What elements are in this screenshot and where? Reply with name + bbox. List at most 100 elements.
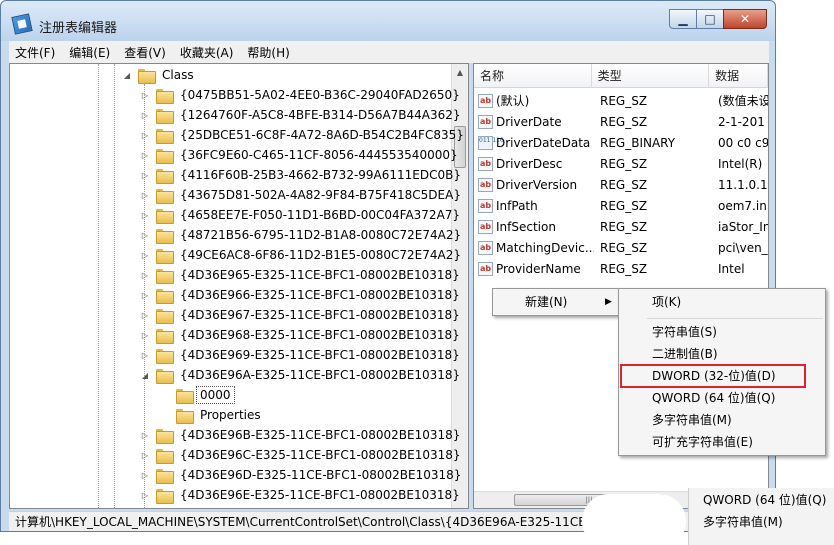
collapse-arrow-icon[interactable]: ◢ [140, 371, 150, 380]
tree-node-key-expanded[interactable]: ◢ {4D36E96A-E325-11CE-BFC1-08002BE10318} [140, 365, 463, 385]
column-header-type[interactable]: 类型 [592, 64, 710, 88]
value-data: pci\ven_ [718, 240, 768, 255]
expand-arrow-icon[interactable]: ▷ [140, 451, 150, 460]
menu-view[interactable]: 查看(V) [124, 44, 166, 61]
tree-node-label: {4D36E965-E325-11CE-BFC1-08002BE10318} [180, 268, 460, 282]
tree-node-key[interactable]: ▷ {4D36E965-E325-11CE-BFC1-08002BE10318} [140, 265, 463, 285]
bleed-item-multistring: 多字符串值(M) [703, 515, 783, 529]
value-data: Intel(R) [718, 156, 763, 171]
tree-node-key[interactable]: ▷ {4D36E96B-E325-11CE-BFC1-08002BE10318} [140, 425, 463, 445]
submenu-item[interactable]: 字符串值(S) [652, 322, 717, 343]
tree-node-key[interactable]: ▷ {48721B56-6795-11D2-B1A8-0080C72E74A2} [140, 225, 464, 245]
folder-icon [156, 208, 174, 224]
expand-arrow-icon[interactable]: ▷ [140, 291, 150, 300]
minimize-button[interactable]: ▁ [669, 9, 697, 29]
string-value-icon: ab [478, 219, 493, 234]
submenu-item[interactable]: 二进制值(B) [652, 344, 718, 365]
folder-icon [176, 388, 194, 404]
tree-node-child[interactable]: 0000 [160, 385, 235, 405]
value-name: (默认) [496, 94, 530, 108]
folder-icon [156, 88, 174, 104]
menu-file[interactable]: 文件(F) [15, 44, 55, 61]
expand-arrow-icon[interactable]: ▷ [140, 271, 150, 280]
tree-node-key[interactable]: ▷ {4D36E969-E325-11CE-BFC1-08002BE10318} [140, 345, 463, 365]
submenu-item-key[interactable]: 项(K) [652, 292, 681, 313]
value-name: ProviderName [496, 261, 581, 276]
string-value-icon: ab [478, 114, 493, 129]
expand-arrow-icon[interactable]: ▷ [140, 231, 150, 240]
value-name: DriverVersion [496, 177, 578, 192]
submenu-item[interactable]: 多字符串值(M) [652, 410, 732, 431]
value-row[interactable]: ab InfSection REG_SZ iaStor_In [474, 216, 768, 237]
tree-node-label: {36FC9E60-C465-11CF-8056-444553540000} [180, 148, 458, 162]
value-data: oem7.in [718, 198, 767, 213]
expand-arrow-icon[interactable]: ▷ [140, 331, 150, 340]
value-name-cell: ab ProviderName [474, 261, 594, 276]
expand-arrow-icon[interactable]: ▷ [140, 151, 150, 160]
window-controls: ▁ □ ✕ [669, 9, 767, 29]
value-row[interactable]: ab DriverVersion REG_SZ 11.1.0.1 [474, 174, 768, 195]
column-header-name[interactable]: 名称 [474, 64, 592, 88]
value-name: InfSection [496, 219, 556, 234]
value-row[interactable]: ab (默认) REG_SZ (数值未设 [474, 90, 768, 111]
title-bar[interactable]: 注册表编辑器 ▁ □ ✕ [1, 1, 775, 41]
tree-node-child[interactable]: Properties [160, 405, 264, 425]
tree-node-key[interactable]: ▷ {4D36E96C-E325-11CE-BFC1-08002BE10318} [140, 445, 464, 465]
value-row[interactable]: ab DriverDesc REG_SZ Intel(R) [474, 153, 768, 174]
value-row[interactable]: ab ProviderName REG_SZ Intel [474, 258, 768, 279]
context-menu-new[interactable]: 新建(N) [525, 292, 567, 313]
expand-arrow-icon[interactable]: ▷ [140, 131, 150, 140]
expand-arrow-icon[interactable]: ▷ [140, 431, 150, 440]
tree-node-label: {48721B56-6795-11D2-B1A8-0080C72E74A2} [180, 228, 462, 242]
menu-favorites[interactable]: 收藏夹(A) [180, 44, 234, 61]
white-overlay [582, 494, 686, 545]
submenu-item[interactable]: 可扩充字符串值(E) [652, 432, 753, 453]
expand-arrow-icon[interactable]: ▷ [140, 171, 150, 180]
value-data: 2-1-201 [718, 114, 765, 129]
value-row[interactable]: ab InfPath REG_SZ oem7.in [474, 195, 768, 216]
submenu-item[interactable]: QWORD (64 位)值(Q) [652, 388, 775, 409]
value-name-cell: ab DriverVersion [474, 177, 594, 192]
tree-node-key[interactable]: ▷ {36FC9E60-C465-11CF-8056-444553540000} [140, 145, 461, 165]
value-type: REG_SZ [600, 156, 648, 171]
expand-arrow-icon[interactable]: ▷ [140, 211, 150, 220]
close-button[interactable]: ✕ [723, 9, 767, 29]
tree-node-key[interactable]: ▷ {43675D81-502A-4A82-9F84-B75F418C5DEA} [140, 185, 464, 205]
value-row[interactable]: ab DriverDate REG_SZ 2-1-201 [474, 111, 768, 132]
folder-icon [176, 408, 194, 424]
collapse-arrow-icon[interactable]: ◢ [122, 71, 132, 80]
tree-node-key[interactable]: ▷ {1264760F-A5C8-4BFE-B314-D56A7B44A362} [140, 105, 464, 125]
menu-help[interactable]: 帮助(H) [247, 44, 289, 61]
tree-node-key[interactable]: ▷ {4D36E96D-E325-11CE-BFC1-08002BE10318} [140, 465, 464, 485]
string-value-icon: ab [478, 156, 493, 171]
expand-arrow-icon[interactable]: ▷ [140, 91, 150, 100]
expand-arrow-icon[interactable]: ▷ [140, 491, 150, 500]
expand-arrow-icon[interactable]: ▷ [140, 351, 150, 360]
value-row[interactable]: ab MatchingDevic... REG_SZ pci\ven_ [474, 237, 768, 258]
tree-node-key[interactable]: ▷ {49CE6AC8-6F86-11D2-B1E5-0080C72E74A2} [140, 245, 464, 265]
tree-node-class[interactable]: ◢ Class [122, 65, 197, 85]
registry-tree-pane[interactable]: ▲ ◢ Class ▷ {0475BB51-5A02-4EE0-B36C-29040F… [9, 63, 469, 509]
value-row[interactable]: 011 110 DriverDateData REG_BINARY 00 c0 c9 [474, 132, 768, 153]
tree-node-key[interactable]: ▷ {4658EE7E-F050-11D1-B6BD-00C04FA372A7} [140, 205, 463, 225]
expand-arrow-icon[interactable]: ▷ [140, 191, 150, 200]
tree-node-key[interactable]: ▷ {4D36E96E-E325-11CE-BFC1-08002BE10318} [140, 485, 463, 505]
tree-node-key[interactable]: ▷ {25DBCE51-6C8F-4A72-8A6D-B54C2B4FC835} [140, 125, 467, 145]
tree-node-label: {4D36E969-E325-11CE-BFC1-08002BE10318} [180, 348, 460, 362]
maximize-button[interactable]: □ [696, 9, 724, 29]
expand-arrow-icon[interactable]: ▷ [140, 251, 150, 260]
tree-node-key[interactable]: ▷ {4D36E967-E325-11CE-BFC1-08002BE10318} [140, 305, 463, 325]
folder-icon [156, 128, 174, 144]
tree-node-key[interactable]: ▷ {4D36E966-E325-11CE-BFC1-08002BE10318} [140, 285, 463, 305]
tree-node-key[interactable]: ▷ {0475BB51-5A02-4EE0-B36C-29040FAD2650} [140, 85, 463, 105]
tree-node-key[interactable]: ▷ {4D36E968-E325-11CE-BFC1-08002BE10318} [140, 325, 463, 345]
menu-edit[interactable]: 编辑(E) [69, 44, 110, 61]
string-value-icon: ab [478, 198, 493, 213]
expand-arrow-icon[interactable]: ▷ [140, 111, 150, 120]
expand-arrow-icon[interactable]: ▷ [140, 471, 150, 480]
expand-arrow-icon[interactable]: ▷ [140, 311, 150, 320]
scroll-up-icon[interactable]: ▲ [452, 64, 468, 81]
tree-node-key[interactable]: ▷ {4116F60B-25B3-4662-B732-99A6111EDC0B} [140, 165, 464, 185]
column-header-data[interactable]: 数据 [709, 64, 768, 88]
tree-guide-line [98, 64, 99, 508]
